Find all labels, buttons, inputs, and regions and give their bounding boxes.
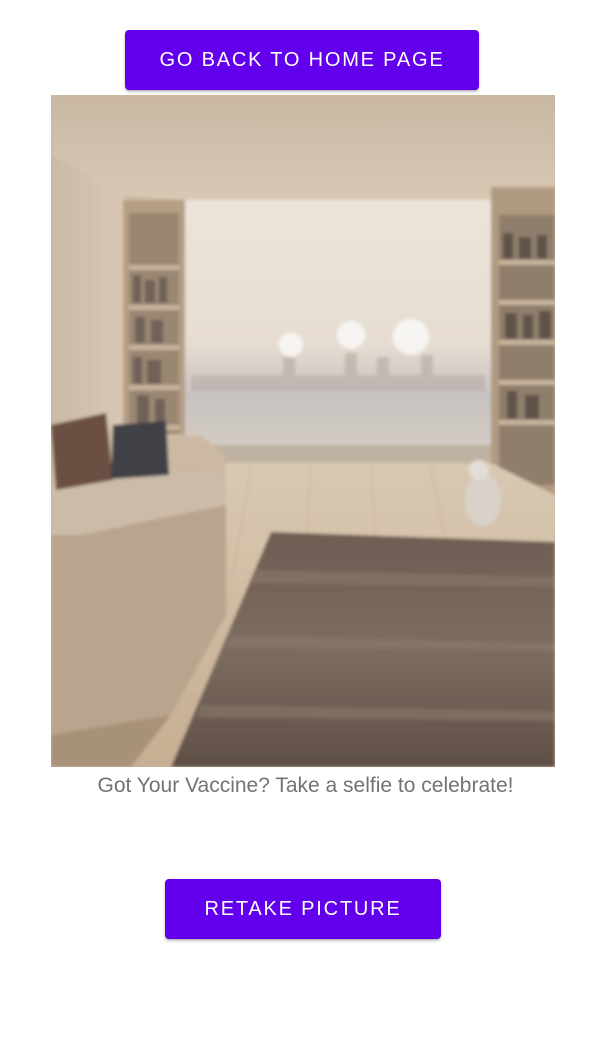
go-back-home-button[interactable]: Go back to home page	[125, 30, 479, 90]
selfie-caption: Got Your Vaccine? Take a selfie to celeb…	[97, 774, 514, 797]
retake-picture-button[interactable]: Retake picture	[165, 879, 441, 939]
selfie-photo	[51, 95, 555, 767]
room-photo-image	[51, 95, 555, 767]
